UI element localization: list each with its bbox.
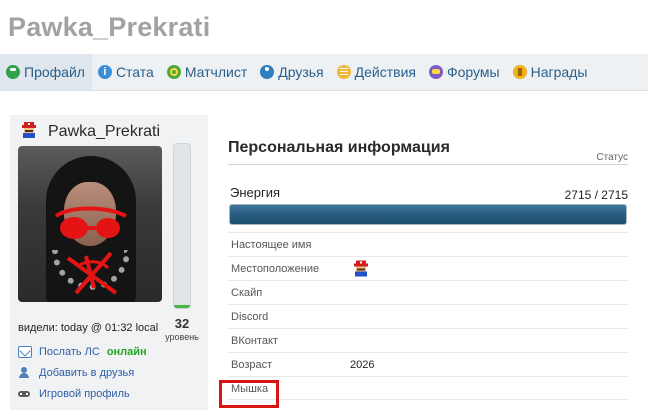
profile-actions: Послать ЛС онлайн Добавить в друзья Игро… bbox=[18, 341, 147, 404]
profile-tabs: Профайл Стата Матчлист Друзья Действия Ф… bbox=[0, 54, 648, 91]
profile-card: Pawka_Prekrati 32 уровень видели: today … bbox=[10, 115, 208, 410]
mail-icon bbox=[18, 345, 32, 358]
send-pm-label: Послать ЛС bbox=[39, 345, 100, 358]
tab-label: Матчлист bbox=[184, 64, 248, 80]
info-label: Возраст bbox=[231, 359, 273, 371]
info-row-location: Местоположение bbox=[228, 256, 628, 280]
game-profile-link[interactable]: Игровой профиль bbox=[18, 383, 147, 404]
section-title: Персональная информация bbox=[228, 139, 450, 156]
info-row-skype: Скайп bbox=[228, 280, 628, 304]
tab-label: Награды bbox=[530, 64, 588, 80]
info-label: Местоположение bbox=[231, 263, 320, 275]
send-pm-link[interactable]: Послать ЛС онлайн bbox=[18, 341, 147, 362]
tab-friends[interactable]: Друзья bbox=[254, 54, 330, 90]
tab-matchlist[interactable]: Матчлист bbox=[161, 54, 254, 90]
add-friend-link[interactable]: Добавить в друзья bbox=[18, 362, 147, 383]
gamepad-icon bbox=[18, 388, 32, 400]
add-user-icon bbox=[18, 366, 32, 379]
energy-bar-fill bbox=[230, 205, 626, 224]
friends-icon bbox=[260, 65, 275, 79]
info-row-real-name: Настоящее имя bbox=[228, 232, 628, 256]
info-row-mouse: Мышка bbox=[228, 376, 628, 400]
tab-label: Форумы bbox=[446, 64, 500, 80]
awards-icon bbox=[512, 65, 527, 79]
online-status: онлайн bbox=[106, 345, 147, 358]
info-label: Discord bbox=[231, 311, 269, 323]
mario-flag-icon bbox=[354, 260, 368, 277]
level-number: 32 bbox=[174, 316, 190, 331]
matchlist-icon bbox=[166, 65, 181, 79]
add-friend-label: Добавить в друзья bbox=[39, 366, 135, 379]
tab-awards[interactable]: Награды bbox=[507, 54, 595, 90]
info-row-vkontakte: ВКонтакт bbox=[228, 328, 628, 352]
tab-label: Действия bbox=[354, 64, 416, 80]
actions-icon bbox=[336, 65, 351, 79]
game-profile-label: Игровой профиль bbox=[39, 387, 130, 400]
level-progress-fill bbox=[174, 304, 190, 308]
status-label: Статус bbox=[596, 152, 628, 163]
info-value: 2026 bbox=[350, 359, 375, 371]
tab-label: Друзья bbox=[278, 64, 324, 80]
energy-bar bbox=[229, 204, 627, 225]
last-seen: видели: today @ 01:32 local bbox=[18, 322, 159, 334]
info-row-age: Возраст 2026 bbox=[228, 352, 628, 376]
profile-photo bbox=[18, 146, 162, 302]
level-progress-bar bbox=[173, 143, 191, 309]
energy-value: 2715 / 2715 bbox=[564, 188, 628, 202]
tab-actions[interactable]: Действия bbox=[331, 54, 423, 90]
tab-label: Стата bbox=[115, 64, 154, 80]
forums-icon bbox=[428, 65, 443, 79]
info-label: ВКонтакт bbox=[231, 335, 278, 347]
highlight-box bbox=[219, 380, 279, 408]
tab-forums[interactable]: Форумы bbox=[423, 54, 507, 90]
info-label: Скайп bbox=[231, 287, 263, 299]
info-label: Настоящее имя bbox=[231, 239, 312, 251]
divider bbox=[228, 164, 628, 165]
info-row-discord: Discord bbox=[228, 304, 628, 328]
page-title: Pawka_Prekrati bbox=[8, 12, 211, 42]
mario-avatar-icon bbox=[22, 122, 36, 138]
username: Pawka_Prekrati bbox=[48, 123, 161, 140]
energy-label: Энергия bbox=[230, 185, 281, 200]
tab-label: Профайл bbox=[24, 64, 85, 80]
level-caption: уровень bbox=[165, 332, 199, 342]
stats-icon bbox=[97, 65, 112, 79]
tab-profile[interactable]: Профайл bbox=[0, 54, 92, 90]
personal-info-table: Настоящее имя Местоположение Скайп Disco… bbox=[228, 232, 628, 400]
tab-stats[interactable]: Стата bbox=[92, 54, 161, 90]
profile-icon bbox=[6, 65, 20, 79]
